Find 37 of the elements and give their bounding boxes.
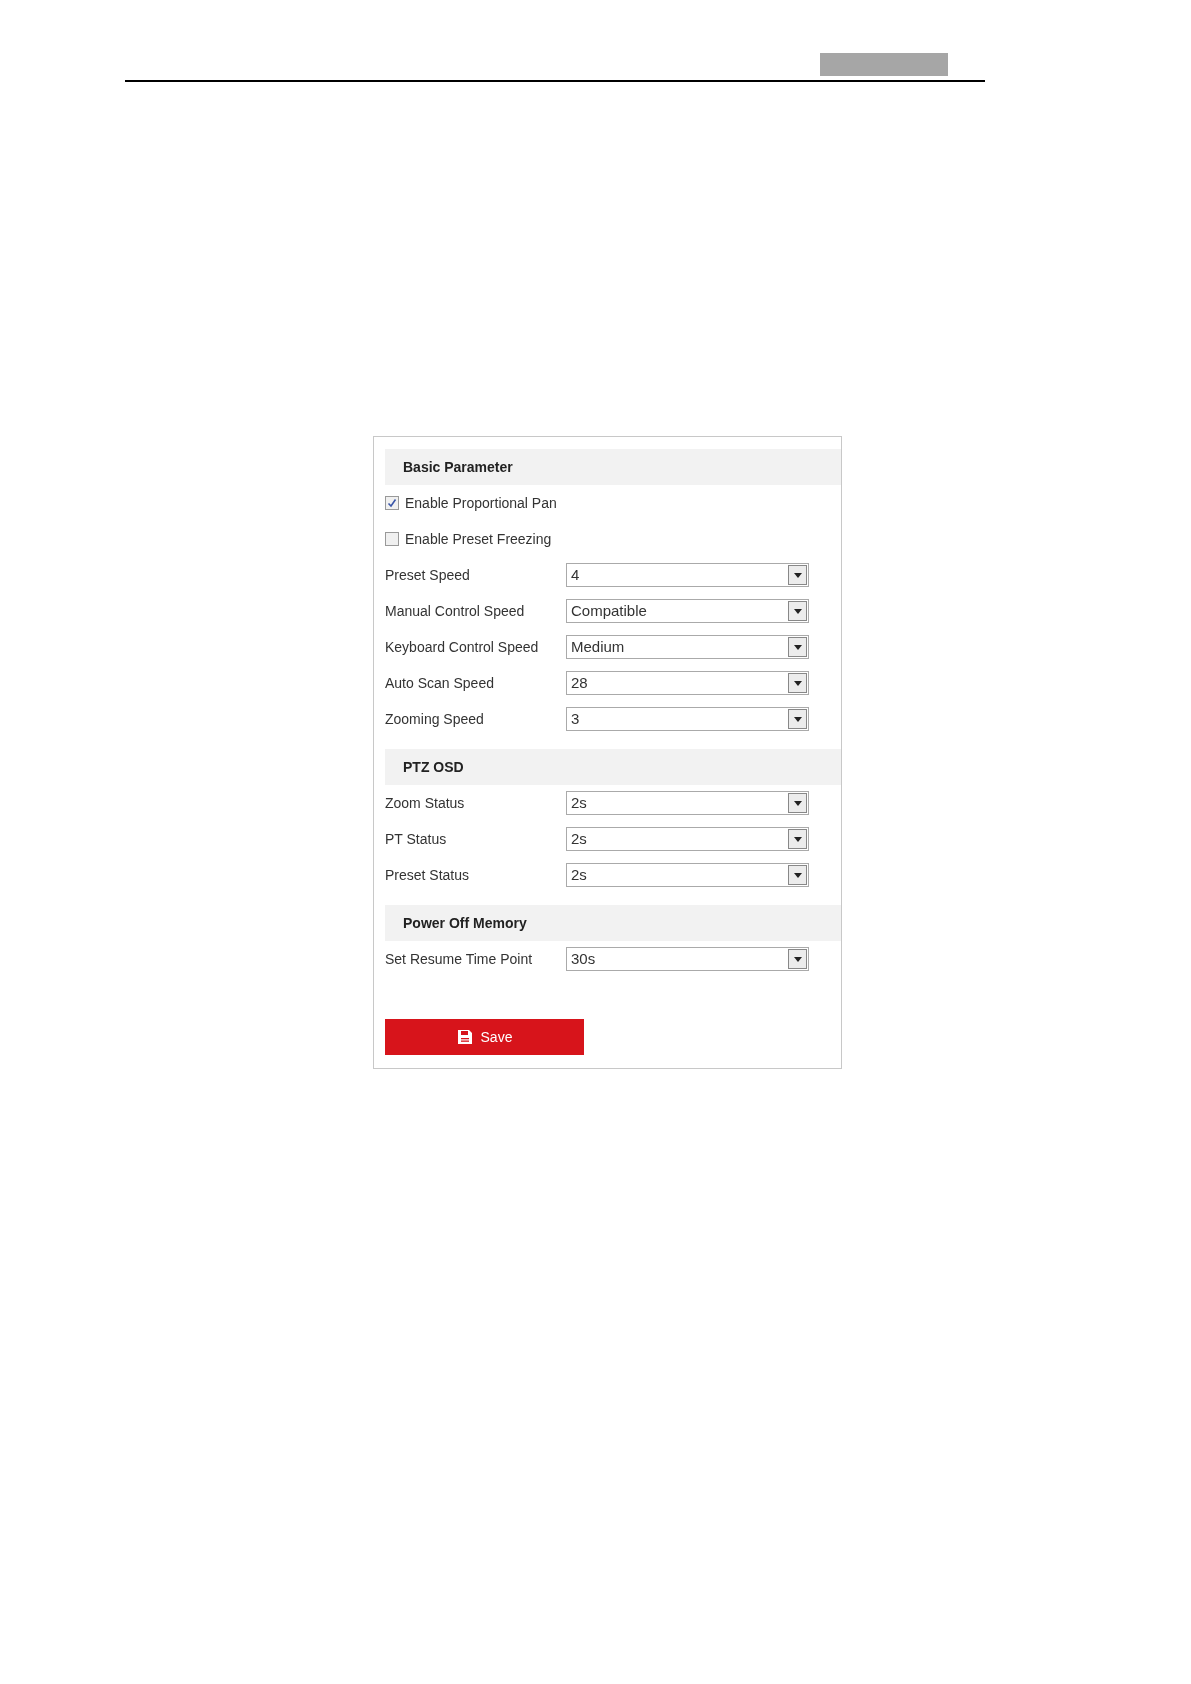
section-title: PTZ OSD [403,757,464,777]
caret-icon [788,673,807,693]
save-button[interactable]: Save [385,1019,584,1055]
caret-icon [788,565,807,585]
dropdown[interactable]: 3 [566,707,809,731]
dropdown[interactable]: 2s [566,827,809,851]
caret-icon [788,949,807,969]
checkbox[interactable] [385,496,399,510]
field-label: PT Status [385,829,448,849]
field-label: Preset Status [385,865,471,885]
field-label: Zooming Speed [385,709,485,729]
checkmark-icon [387,498,397,508]
field-label: Auto Scan Speed [385,673,495,693]
caret-icon [788,637,807,657]
field-label: Preset Speed [385,565,471,585]
field-label: Zoom Status [385,793,466,813]
dropdown[interactable]: Medium [566,635,809,659]
dropdown[interactable]: 28 [566,671,809,695]
dropdown[interactable]: 2s [566,791,809,815]
field-label: Keyboard Control Speed [385,637,540,657]
caret-icon [788,601,807,621]
section-title: Power Off Memory [403,913,527,933]
section-title: Basic Parameter [403,457,513,477]
save-icon [456,1029,473,1045]
checkbox-label: Enable Proportional Pan [405,493,557,513]
dropdown[interactable]: 2s [566,863,809,887]
caret-icon [788,709,807,729]
dropdown[interactable]: Compatible [566,599,809,623]
checkbox-label: Enable Preset Freezing [405,529,552,549]
dropdown[interactable]: 4 [566,563,809,587]
checkbox[interactable] [385,532,399,546]
caret-icon [788,793,807,813]
field-label: Manual Control Speed [385,601,526,621]
caret-icon [788,865,807,885]
dropdown[interactable]: 30s [566,947,809,971]
field-label: Set Resume Time Point [385,949,534,969]
caret-icon [788,829,807,849]
